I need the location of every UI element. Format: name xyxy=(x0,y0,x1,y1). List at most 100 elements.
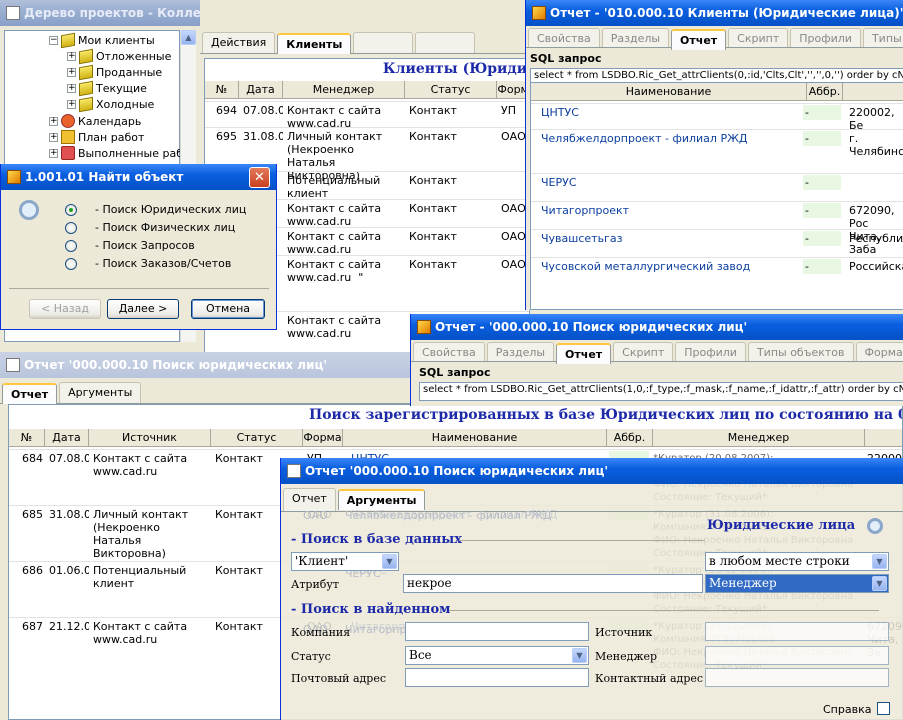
report-clients-titlebar[interactable]: Отчет - '010.000.10 Клиенты (Юридические… xyxy=(526,0,903,26)
source-input[interactable] xyxy=(705,622,889,641)
tab-properties[interactable]: Свойства xyxy=(413,342,485,361)
status-combo[interactable]: Все ▼ xyxy=(405,646,589,665)
tab-report[interactable]: Отчет xyxy=(556,343,612,364)
next-button[interactable]: Далее > xyxy=(107,299,179,319)
tab-sections[interactable]: Разделы xyxy=(486,342,555,361)
tab-blank-1[interactable] xyxy=(353,32,414,53)
col-header-number[interactable]: № xyxy=(205,81,239,99)
report-search-titlebar[interactable]: Отчет - '000.000.10 Поиск юридических ли… xyxy=(411,314,903,340)
tab-properties[interactable]: Свойства xyxy=(528,28,600,47)
help-label: Справка xyxy=(823,703,872,716)
col-header-source[interactable]: Источник xyxy=(89,429,211,447)
cell-number: 695 xyxy=(216,130,237,143)
cell-source: Контакт с сайта www.cad.ru xyxy=(93,620,188,646)
radio-requests[interactable] xyxy=(65,240,77,252)
app-icon xyxy=(532,6,546,20)
cancel-button[interactable]: Отмена xyxy=(191,299,265,319)
expand-icon[interactable]: + xyxy=(49,132,58,142)
cell-number: 685 xyxy=(22,508,43,521)
chevron-down-icon[interactable]: ▼ xyxy=(872,576,887,591)
expand-icon[interactable]: + xyxy=(67,100,76,109)
col-header-abbr[interactable]: Аббр. xyxy=(807,83,843,101)
company-input[interactable] xyxy=(405,622,589,641)
radio-orders[interactable] xyxy=(65,258,77,270)
radio-individuals[interactable] xyxy=(65,222,77,234)
tab-report[interactable]: Отчет xyxy=(671,29,727,50)
chevron-down-icon[interactable]: ▼ xyxy=(382,554,397,569)
col-header-date[interactable]: Дата xyxy=(239,81,283,99)
tree-item-work-plan[interactable]: + План работ xyxy=(49,130,144,144)
sql-query-field[interactable]: select * from LSDBO.Ric_Get_attrClients(… xyxy=(419,382,903,401)
col-header-manager[interactable]: Менеджер xyxy=(283,81,405,99)
cell-source: Личный контакт (Некроенко Наталья Виктор… xyxy=(93,508,189,560)
cell-name: ЧЕРУС xyxy=(541,176,577,188)
cell-manager: Контакт с сайта www.cad.ru xyxy=(287,230,382,256)
find-dialog-titlebar[interactable]: 1.001.01 Найти объект ✕ xyxy=(1,164,276,190)
col-header-name[interactable]: Наименование xyxy=(531,83,807,101)
tree-item-calendar[interactable]: + Календарь xyxy=(49,114,141,128)
tab-object-form[interactable]: Форма объект xyxy=(855,342,903,361)
tree-item-done-work[interactable]: + Выполненные раб xyxy=(49,146,183,160)
col-header-status[interactable]: Статус xyxy=(211,429,303,447)
expand-icon[interactable]: + xyxy=(67,68,76,77)
manager-input[interactable] xyxy=(705,646,889,665)
tab-report[interactable]: Отчет xyxy=(2,383,58,404)
col-header-name[interactable]: Наименование xyxy=(343,429,607,447)
company-label: Компания xyxy=(291,626,351,639)
expand-icon[interactable]: + xyxy=(49,116,58,126)
radio-legal-entities[interactable] xyxy=(65,204,77,216)
report-clients-tabs: Свойства Разделы Отчет Скрипт Профили Ти… xyxy=(526,26,903,50)
cell-name: Чувашсетьгаз xyxy=(541,232,623,244)
match-mode-combo[interactable]: в любом месте строки ▼ xyxy=(705,552,889,571)
chevron-down-icon[interactable]: ▼ xyxy=(572,648,587,663)
expand-icon[interactable]: + xyxy=(49,148,58,158)
row-divider xyxy=(9,449,902,450)
tab-sections[interactable]: Разделы xyxy=(601,28,670,47)
expand-icon[interactable]: + xyxy=(67,52,76,61)
attribute-field-combo[interactable]: Менеджер ▼ xyxy=(705,574,889,593)
tab-clients[interactable]: Клиенты xyxy=(277,33,352,54)
object-type-combo[interactable]: 'Клиент' ▼ xyxy=(291,552,399,571)
attribute-value-input[interactable]: некрое xyxy=(403,574,703,593)
tab-profiles[interactable]: Профили xyxy=(675,342,746,361)
col-header-extra[interactable] xyxy=(865,429,902,447)
tab-blank-2[interactable] xyxy=(415,32,476,53)
tree-item-postponed[interactable]: + Отложенные xyxy=(67,48,171,65)
close-icon[interactable]: ✕ xyxy=(249,166,270,188)
row-divider xyxy=(205,127,529,128)
arguments-titlebar[interactable]: Отчет '000.000.10 Поиск юридических лиц' xyxy=(281,458,903,484)
tab-arguments[interactable]: Аргументы xyxy=(59,382,142,403)
tree-item-my-clients[interactable]: − Мои клиенты xyxy=(49,32,155,49)
cell-status: Контакт xyxy=(409,258,457,271)
col-header-address[interactable] xyxy=(843,83,903,101)
col-header-status[interactable]: Статус xyxy=(405,81,497,99)
postal-address-input[interactable] xyxy=(405,668,589,687)
tab-script[interactable]: Скрипт xyxy=(728,28,789,47)
scroll-up-icon[interactable]: ▲ xyxy=(181,30,196,45)
tab-profiles[interactable]: Профили xyxy=(790,28,861,47)
col-header-abbr[interactable]: Аббр. xyxy=(607,429,653,447)
contact-address-input[interactable] xyxy=(705,668,889,687)
cell-name: Чусовской металлургический завод xyxy=(541,260,751,272)
tab-object-types[interactable]: Типы объектов xyxy=(747,342,854,361)
expand-icon[interactable]: − xyxy=(49,36,58,45)
col-header-form[interactable]: Форма xyxy=(303,429,343,447)
tab-script[interactable]: Скрипт xyxy=(613,342,674,361)
tab-arguments[interactable]: Аргументы xyxy=(337,489,426,510)
tab-object-types[interactable]: Типы объектов xyxy=(862,28,903,47)
tree-item-cold[interactable]: + Холодные xyxy=(67,96,154,113)
col-header-number[interactable]: № xyxy=(9,429,45,447)
back-button[interactable]: < Назад xyxy=(29,299,101,319)
search-magnifier-icon xyxy=(19,200,39,220)
tab-actions[interactable]: Действия xyxy=(202,32,276,53)
project-tree-titlebar[interactable]: Дерево проектов - Коллектив xyxy=(0,0,200,26)
col-header-date[interactable]: Дата xyxy=(45,429,89,447)
tree-item-current[interactable]: + Текущие xyxy=(67,80,147,97)
postal-address-label: Почтовый адрес xyxy=(291,672,387,685)
help-checkbox[interactable] xyxy=(877,702,890,715)
expand-icon[interactable]: + xyxy=(67,84,76,93)
chevron-down-icon[interactable]: ▼ xyxy=(872,554,887,569)
tree-item-sold[interactable]: + Проданные xyxy=(67,64,162,81)
cell-address: Российская xyxy=(849,260,903,273)
col-header-manager[interactable]: Менеджер xyxy=(653,429,865,447)
